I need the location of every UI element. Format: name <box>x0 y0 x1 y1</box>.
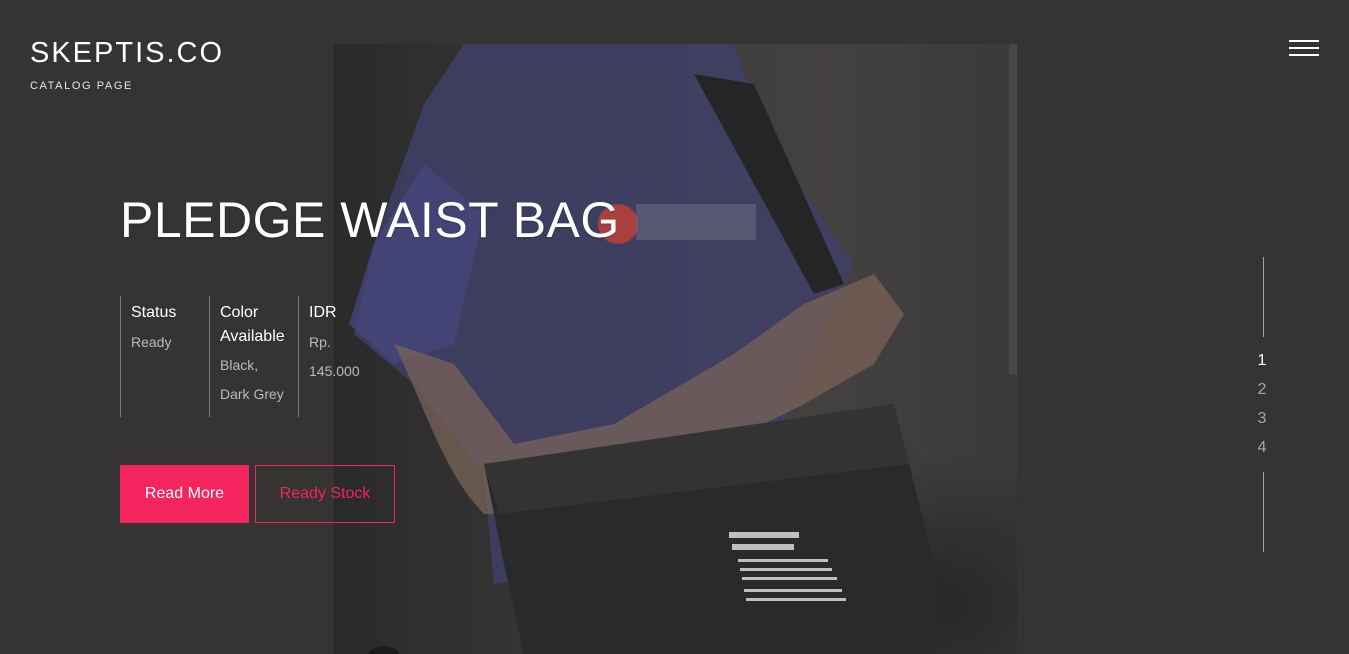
menu-line-middle <box>1289 47 1319 49</box>
product-photo-illustration <box>349 44 944 654</box>
brand-subtitle: CATALOG PAGE <box>30 80 133 92</box>
read-more-button[interactable]: Read More <box>120 465 249 523</box>
pagination-page-3[interactable]: 3 <box>1256 410 1268 428</box>
photo-backdrop-panel <box>1009 44 1017 374</box>
spec-color: Color Available Black, Dark Grey <box>209 296 298 417</box>
pagination-page-4[interactable]: 4 <box>1256 439 1268 457</box>
menu-line-top <box>1289 40 1319 42</box>
spec-label: Status <box>131 304 177 321</box>
pagination-page-1[interactable]: 1 <box>1256 352 1268 370</box>
product-photo <box>334 44 1017 654</box>
spec-status: Status Ready <box>120 296 209 417</box>
spec-value: 145.000 <box>309 363 360 379</box>
menu-line-bottom <box>1289 54 1319 56</box>
spec-value: Dark Grey <box>220 386 284 402</box>
spec-label: Color Available <box>220 304 285 345</box>
hamburger-menu-icon[interactable] <box>1289 40 1319 58</box>
pagination-line-bottom <box>1263 472 1264 552</box>
spec-label: IDR <box>309 304 337 321</box>
product-title: PLEDGE WAIST BAG <box>120 192 620 248</box>
spec-value: Ready <box>131 334 172 350</box>
pagination-page-2[interactable]: 2 <box>1256 381 1268 399</box>
pagination-line-top <box>1263 257 1264 337</box>
ready-stock-button[interactable]: Ready Stock <box>255 465 395 523</box>
spec-value: Rp. <box>309 334 331 350</box>
catalog-page: SKEPTIS.CO CATALOG PAGE PLEDGE WAIST BAG… <box>0 0 1349 654</box>
spec-price: IDR Rp. 145.000 <box>298 296 387 417</box>
brand-logo[interactable]: SKEPTIS.CO <box>30 37 224 70</box>
spec-value: Black, <box>220 357 259 373</box>
